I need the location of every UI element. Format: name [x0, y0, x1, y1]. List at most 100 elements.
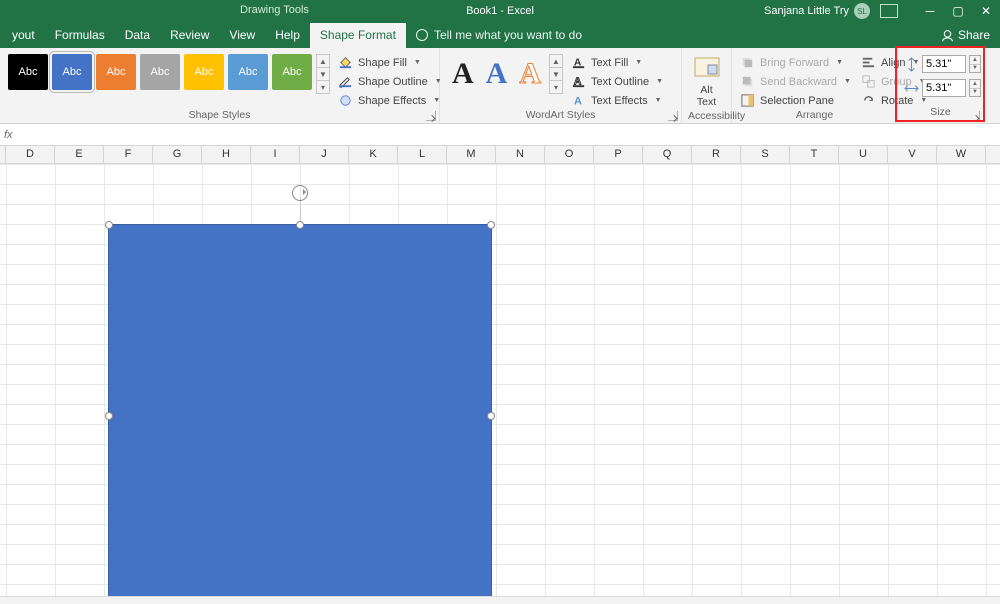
wordart-gallery-scroll[interactable]: ▲▼▾	[549, 54, 563, 94]
wordart-gallery[interactable]: A A A ▲▼▾	[446, 52, 563, 96]
document-title: Book1 - Excel	[466, 5, 534, 17]
size-launcher[interactable]	[970, 111, 980, 121]
resize-handle-ne[interactable]	[487, 221, 495, 229]
alt-text-label: Alt Text	[697, 84, 716, 108]
col-header[interactable]: V	[888, 146, 937, 163]
shape-style-gallery[interactable]: Abc Abc Abc Abc Abc Abc Abc ▲▼▾	[6, 52, 330, 96]
height-spinner[interactable]: ▲▼	[969, 55, 981, 73]
close-button[interactable]: ✕	[972, 4, 1000, 18]
style-swatch-orange[interactable]: Abc	[96, 54, 136, 90]
formula-input[interactable]	[19, 129, 1000, 141]
wordart-preset-2[interactable]: A	[486, 57, 508, 91]
text-outline-icon: A	[571, 74, 586, 89]
shape-width-control[interactable]: ▲▼	[904, 79, 981, 97]
rectangle-shape[interactable]	[108, 224, 492, 596]
shape-outline-label: Shape Outline	[358, 76, 428, 88]
group-accessibility: Alt Text Accessibility	[682, 48, 732, 123]
minimize-button[interactable]: ─	[916, 4, 944, 18]
group-label-shape-styles: Shape Styles	[6, 109, 433, 121]
shape-height-input[interactable]	[922, 55, 966, 73]
text-fill-button[interactable]: A Text Fill▼	[569, 54, 665, 71]
shape-fill-button[interactable]: Shape Fill▼	[336, 54, 444, 71]
col-header[interactable]: G	[153, 146, 202, 163]
style-swatch-gold[interactable]: Abc	[184, 54, 224, 90]
style-swatch-lightblue[interactable]: Abc	[228, 54, 268, 90]
col-header[interactable]: K	[349, 146, 398, 163]
wordart-preset-3[interactable]: A	[519, 57, 541, 91]
col-header[interactable]: H	[202, 146, 251, 163]
resize-handle-w[interactable]	[105, 412, 113, 420]
col-header[interactable]: N	[496, 146, 545, 163]
col-header[interactable]: D	[6, 146, 55, 163]
user-name: Sanjana Little Try	[764, 5, 849, 17]
tell-me-search[interactable]: Tell me what you want to do	[406, 23, 592, 48]
worksheet-grid[interactable]: D E F G H I J K L M N O P Q R S T U V W	[0, 146, 1000, 596]
bring-forward-button: Bring Forward▼	[738, 54, 853, 71]
send-backward-label: Send Backward	[760, 76, 837, 88]
col-header[interactable]: M	[447, 146, 496, 163]
group-arrange: Bring Forward▼ Send Backward▼ Selection …	[732, 48, 898, 123]
tab-help[interactable]: Help	[265, 23, 310, 48]
wordart-preset-1[interactable]: A	[452, 57, 474, 91]
tab-layout[interactable]: yout	[2, 23, 45, 48]
style-swatch-green[interactable]: Abc	[272, 54, 312, 90]
formula-bar: fx	[0, 124, 1000, 146]
ribbon-display-options-icon[interactable]	[880, 4, 898, 18]
account-button[interactable]: Sanjana Little Try SL	[764, 3, 870, 19]
col-header[interactable]: O	[545, 146, 594, 163]
col-header[interactable]: J	[300, 146, 349, 163]
contextual-tool-label: Drawing Tools	[230, 0, 319, 18]
share-button[interactable]: Share	[931, 23, 1000, 48]
text-outline-button[interactable]: A Text Outline▼	[569, 73, 665, 90]
text-effects-button[interactable]: A Text Effects▼	[569, 92, 665, 109]
shape-width-input[interactable]	[922, 79, 966, 97]
width-spinner[interactable]: ▲▼	[969, 79, 981, 97]
group-wordart-styles: A A A ▲▼▾ A Text Fill▼ A Text Outline▼ A…	[440, 48, 682, 123]
col-header[interactable]: Q	[643, 146, 692, 163]
shape-effects-button[interactable]: Shape Effects▼	[336, 92, 444, 109]
group-icon	[861, 74, 876, 89]
lightbulb-icon	[416, 29, 428, 41]
text-effects-label: Text Effects	[591, 95, 648, 107]
width-icon	[904, 81, 919, 96]
maximize-button[interactable]: ▢	[944, 4, 972, 18]
column-headers[interactable]: D E F G H I J K L M N O P Q R S T U V W	[0, 146, 1000, 164]
col-header[interactable]: R	[692, 146, 741, 163]
shape-styles-launcher[interactable]	[426, 111, 436, 121]
style-swatch-black[interactable]: Abc	[8, 54, 48, 90]
col-header[interactable]: P	[594, 146, 643, 163]
group-shape-styles: Abc Abc Abc Abc Abc Abc Abc ▲▼▾ Shape Fi…	[0, 48, 440, 123]
col-header[interactable]: F	[104, 146, 153, 163]
alt-text-button[interactable]: Alt Text	[688, 52, 725, 110]
tab-view[interactable]: View	[219, 23, 265, 48]
text-fill-icon: A	[571, 55, 586, 70]
col-header[interactable]: T	[790, 146, 839, 163]
style-swatch-gray[interactable]: Abc	[140, 54, 180, 90]
shape-outline-button[interactable]: Shape Outline▼	[336, 73, 444, 90]
tell-me-label: Tell me what you want to do	[434, 28, 582, 42]
col-header[interactable]: E	[55, 146, 104, 163]
resize-handle-n[interactable]	[296, 221, 304, 229]
fx-icon[interactable]: fx	[4, 129, 13, 141]
wordart-launcher[interactable]	[668, 111, 678, 121]
resize-handle-e[interactable]	[487, 412, 495, 420]
svg-text:A: A	[574, 95, 582, 107]
col-header[interactable]: U	[839, 146, 888, 163]
tab-review[interactable]: Review	[160, 23, 219, 48]
paint-bucket-icon	[338, 55, 353, 70]
height-icon	[904, 57, 919, 72]
selection-pane-button[interactable]: Selection Pane	[738, 92, 853, 109]
style-swatch-blue[interactable]: Abc	[52, 54, 92, 90]
shape-height-control[interactable]: ▲▼	[904, 55, 981, 73]
tab-data[interactable]: Data	[115, 23, 160, 48]
col-header[interactable]: W	[937, 146, 986, 163]
tab-shape-format[interactable]: Shape Format	[310, 23, 406, 48]
window-controls: ─ ▢ ✕	[916, 4, 1000, 18]
resize-handle-nw[interactable]	[105, 221, 113, 229]
gallery-scroll[interactable]: ▲▼▾	[316, 54, 330, 94]
col-header[interactable]: L	[398, 146, 447, 163]
rotation-handle[interactable]	[292, 185, 308, 201]
tab-formulas[interactable]: Formulas	[45, 23, 115, 48]
col-header[interactable]: S	[741, 146, 790, 163]
col-header[interactable]: I	[251, 146, 300, 163]
